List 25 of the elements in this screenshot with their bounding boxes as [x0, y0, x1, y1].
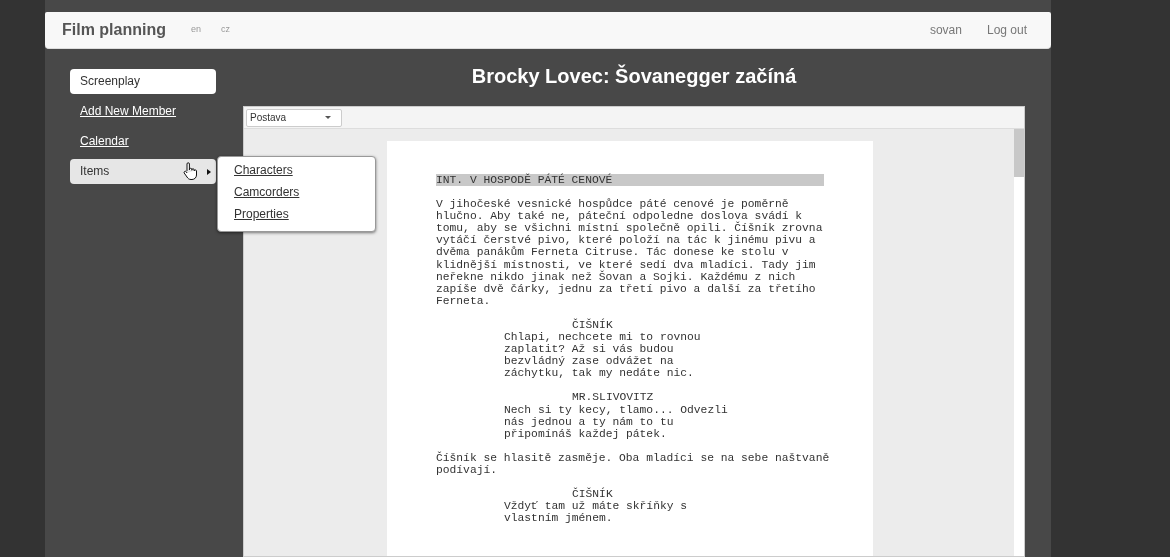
- action-paragraph: V jihočeské vesnické hospůdce páté cenové je poměrně hlučno. Aby také ne, páteční odpoledne doslova svádí k tomu, aby se všichni místní společně opili. Číšník zrovna vytáčí čerstvé pivo, které položí na tác k jinému pivu a dvěma panákům Ferneta Citruse. Tác donese ke stolu v klidnější místnosti, ve které sedí dva mladíci. Tady jim neřekne nikdo jinak než Šovan a Sojki. Každému z nich zapíše dvě čárky, jednu za třetí pivo a další za třetího Ferneta.: [436, 198, 823, 307]
- hand-cursor-icon: [183, 162, 197, 180]
- brand-title[interactable]: Film planning: [62, 18, 166, 42]
- dropdown-caret-icon: [325, 116, 331, 119]
- scene-heading: INT. V HOSPODĚ PÁTÉ CENOVÉ: [436, 174, 824, 187]
- sidebar-item[interactable]: Items: [70, 159, 216, 184]
- scrollbar-thumb[interactable]: [1014, 129, 1024, 177]
- character-name: MR.SLIVOVITZ: [571, 391, 654, 404]
- sidebar-item[interactable]: Screenplay: [70, 69, 216, 94]
- logout-link[interactable]: Log out: [986, 21, 1027, 39]
- action-paragraph: Číšník se hlasitě zasměje. Oba mladíci se na sebe naštvaně podívají.: [436, 451, 830, 476]
- submenu-arrow-icon: [207, 169, 211, 175]
- character-name: ČIŠNÍK: [571, 318, 613, 332]
- character-name: ČIŠNÍK: [571, 487, 613, 501]
- dialogue-text: Chlapi, nechcete mi to rovnou zaplatit? Až si vás budou bezvládný zase odvážet na záchytku, tak my nedáte nic.: [503, 331, 701, 380]
- submenu-item[interactable]: Characters: [234, 161, 293, 179]
- element-type-dropdown[interactable]: Postava: [246, 108, 342, 127]
- page-title: Brocky Lovec: Šovanegger začíná: [470, 63, 798, 89]
- dialogue-text: Vždyť tam už máte skříňky s vlastním jménem.: [503, 500, 688, 525]
- submenu-item[interactable]: Camcorders: [234, 183, 300, 201]
- username-link[interactable]: sovan: [929, 21, 962, 39]
- sidebar-item[interactable]: Calendar: [70, 129, 216, 154]
- dialogue-text: Nech si ty kecy, tlamo... Odvezli nás jednou a ty nám to tu připomínáš každej pátek.: [503, 403, 728, 440]
- submenu-item[interactable]: Properties: [234, 205, 289, 223]
- sidebar-item[interactable]: Add New Member: [70, 99, 216, 124]
